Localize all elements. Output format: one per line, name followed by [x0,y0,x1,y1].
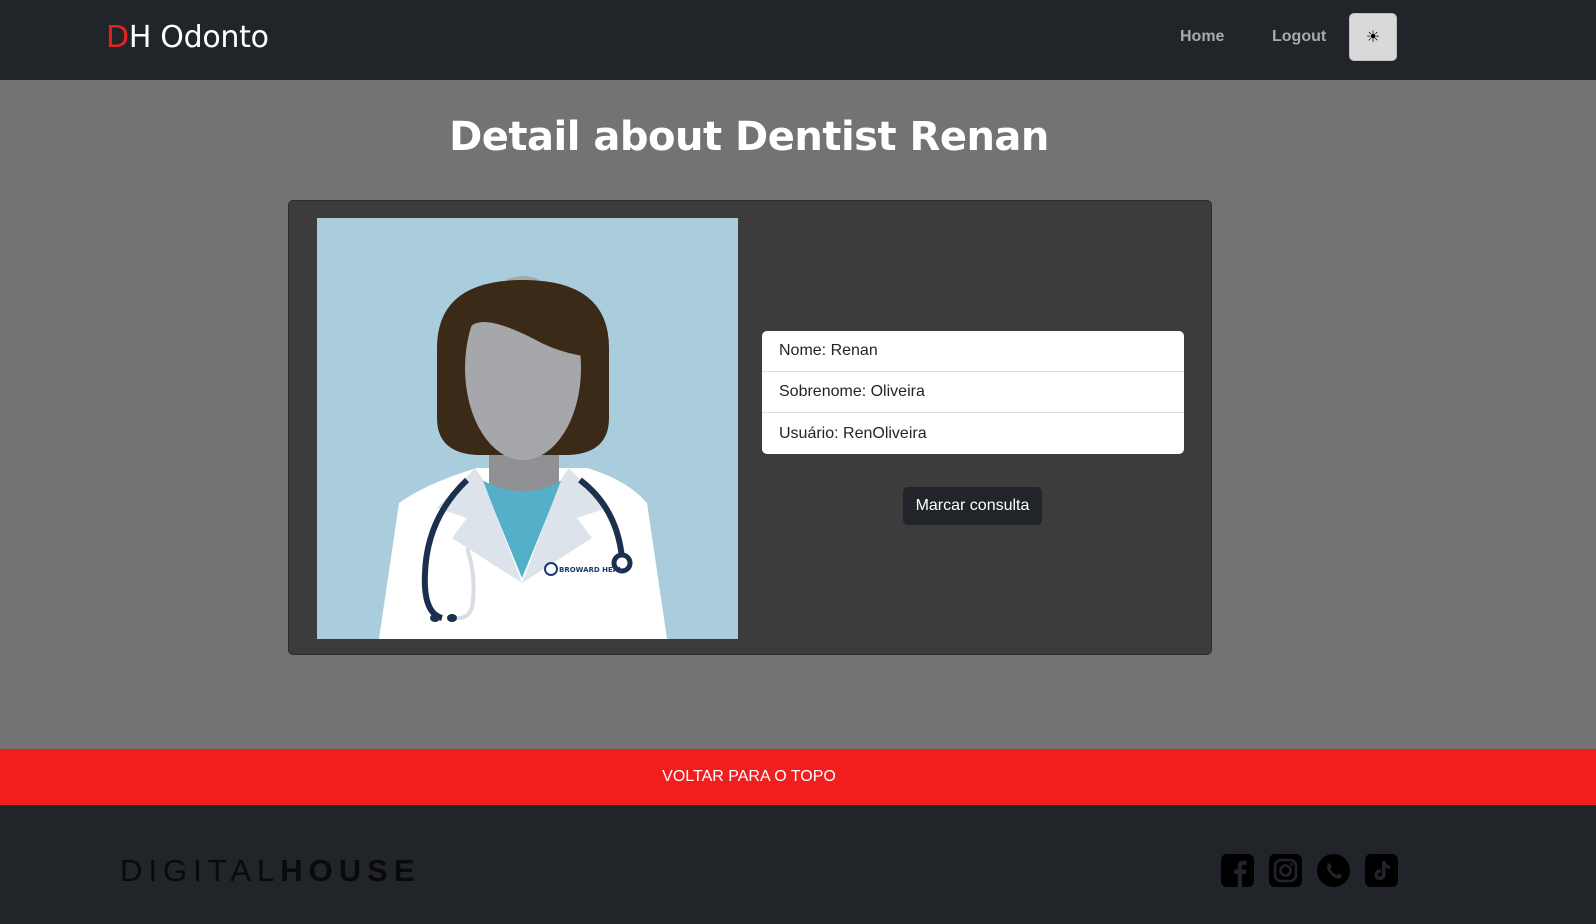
tiktok-icon[interactable] [1365,854,1398,887]
back-to-top-label: VOLTAR PARA O TOPO [662,768,836,785]
digital-house-logo: DIGITALHOUSE [120,853,421,889]
brand-initial: D [106,20,129,55]
navbar: DH Odonto Home Logout ☀ [0,0,1596,80]
logo-light-text: DIGITAL [120,853,281,888]
detail-last-name: Sobrenome: Oliveira [762,372,1184,413]
dentist-photo: BROWARD HEAL [317,218,738,639]
badge-text: BROWARD HEAL [559,566,623,574]
instagram-icon[interactable] [1269,854,1302,887]
footer: DIGITALHOUSE [0,805,1596,924]
logo-bold-text: HOUSE [280,853,421,888]
sun-icon: ☀ [1365,29,1381,46]
whatsapp-icon[interactable] [1317,854,1350,887]
back-to-top-link[interactable]: VOLTAR PARA O TOPO [0,749,1596,805]
brand-logo[interactable]: DH Odonto [106,20,269,55]
page-title: Detail about Dentist Renan [449,114,1049,160]
book-appointment-button[interactable]: Marcar consulta [903,487,1042,525]
brand-name: H Odonto [128,20,269,55]
facebook-icon[interactable] [1221,854,1254,887]
dentist-info-list: Nome: Renan Sobrenome: Oliveira Usuário:… [762,331,1184,454]
detail-username: Usuário: RenOliveira [779,424,927,442]
theme-toggle-button[interactable]: ☀ [1349,13,1397,61]
nav-logout-link[interactable]: Logout [1272,28,1326,46]
detail-first-name: Nome: Renan [762,331,1184,372]
nav-home-link[interactable]: Home [1180,28,1224,46]
doctor-avatar-icon: BROWARD HEAL [317,218,738,639]
dentist-detail-card: BROWARD HEAL Nome: Renan Sobrenome: Oliv… [288,200,1212,655]
